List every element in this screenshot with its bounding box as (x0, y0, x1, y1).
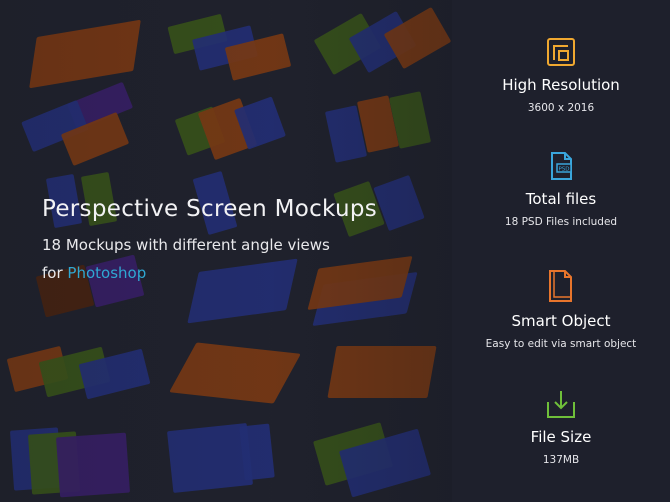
mockup-thumbnail (160, 330, 310, 413)
feature-total-files: PSD Total files 18 PSD Files included (452, 150, 670, 228)
mockup-preview-grid: Perspective Screen Mockups 18 Mockups wi… (0, 0, 452, 502)
mockup-promo-page: Perspective Screen Mockups 18 Mockups wi… (0, 0, 670, 502)
mockup-thumbnail (310, 330, 452, 413)
feature-title: Smart Object (511, 312, 611, 330)
hero-title: Perspective Screen Mockups (42, 196, 378, 222)
feature-desc: 18 PSD Files included (504, 216, 618, 228)
feature-desc: 3600 x 2016 (527, 102, 595, 114)
mockup-thumbnail (9, 415, 160, 498)
feature-desc: Easy to edit via smart object (485, 338, 637, 350)
feature-title: High Resolution (502, 76, 620, 94)
hero-app-name: Photoshop (67, 264, 147, 282)
mockup-thumbnail (10, 10, 160, 93)
resolution-frame-icon (547, 38, 575, 66)
mockup-thumbnail (310, 90, 452, 173)
svg-text:PSD: PSD (558, 167, 569, 173)
hero-for-prefix: for (42, 264, 63, 282)
hero-text: Perspective Screen Mockups 18 Mockups wi… (42, 196, 377, 282)
feature-title: File Size (530, 428, 592, 446)
smart-object-icon (549, 270, 572, 302)
psd-file-icon: PSD (551, 152, 572, 180)
hero-for-line: for Photoshop (42, 264, 377, 282)
features-panel: High Resolution 3600 x 2016 PSD Total fi… (452, 0, 670, 502)
feature-file-size: File Size 137MB (452, 388, 670, 466)
mockup-thumbnail (160, 415, 310, 498)
feature-title: Total files (525, 190, 597, 208)
feature-smart-object: Smart Object Easy to edit via smart obje… (452, 268, 670, 350)
hero-subtitle: 18 Mockups with different angle views (42, 236, 330, 254)
mockup-thumbnail (160, 90, 310, 173)
feature-high-resolution: High Resolution 3600 x 2016 (452, 36, 670, 114)
mockup-thumbnail (160, 10, 310, 93)
mockup-thumbnail (6, 330, 160, 413)
mockup-thumbnail (10, 81, 160, 173)
mockup-thumbnail (310, 6, 452, 93)
mockup-thumbnail (310, 415, 452, 498)
feature-desc: 137MB (542, 454, 580, 466)
download-icon (547, 391, 575, 418)
